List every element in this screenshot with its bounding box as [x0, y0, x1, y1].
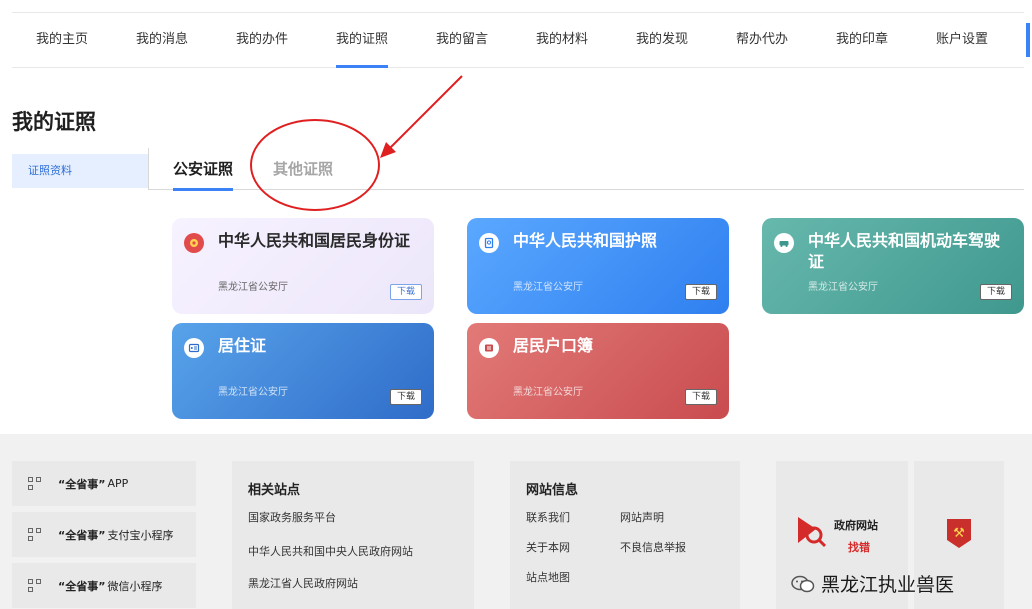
- annotation-arrow-line: [387, 75, 463, 151]
- badge-icon: [184, 233, 204, 253]
- related-sites: 相关站点 国家政务服务平台 中华人民共和国中央人民政府网站 黑龙江省人民政府网站: [232, 461, 474, 609]
- footer-alipay-link[interactable]: “全省事” 支付宝小程序: [12, 512, 196, 557]
- app-quote: “全省事”: [58, 579, 106, 593]
- svg-text:⚒: ⚒: [953, 526, 965, 541]
- license-card-residence-permit[interactable]: 居住证 黑龙江省公安厅 下载: [172, 323, 434, 419]
- tab-my-comments[interactable]: 我的留言: [412, 12, 512, 68]
- app-suffix: 支付宝小程序: [107, 528, 174, 542]
- qr-code-icon: [28, 476, 42, 491]
- card-issuer: 黑龙江省公安厅: [513, 282, 583, 293]
- car-icon: [774, 233, 794, 253]
- app-suffix: 微信小程序: [107, 579, 163, 593]
- license-card-driver-license[interactable]: 中华人民共和国机动车驾驶证 黑龙江省公安厅 下载: [762, 218, 1024, 314]
- card-issuer: 黑龙江省公安厅: [218, 282, 288, 293]
- app-quote: “全省事”: [58, 477, 106, 491]
- sidebar-item-license-data[interactable]: 证照资料: [12, 154, 148, 188]
- tab-my-cases[interactable]: 我的办件: [212, 12, 312, 68]
- card-issuer: 黑龙江省公安厅: [218, 387, 288, 398]
- related-sites-heading: 相关站点: [248, 483, 301, 498]
- link-site-statement[interactable]: 网站声明: [620, 509, 664, 525]
- app-suffix: APP: [107, 477, 129, 490]
- download-button[interactable]: 下载: [685, 284, 717, 300]
- app-quote: “全省事”: [58, 528, 106, 542]
- card-title: 中华人民共和国机动车驾驶证: [808, 231, 1001, 271]
- passport-icon: [479, 233, 499, 253]
- link-central-gov[interactable]: 中华人民共和国中央人民政府网站: [248, 543, 413, 559]
- download-button[interactable]: 下载: [685, 389, 717, 405]
- download-button[interactable]: 下载: [390, 284, 422, 300]
- tab-my-seals[interactable]: 我的印章: [812, 12, 912, 68]
- link-report[interactable]: 不良信息举报: [620, 539, 686, 555]
- card-title: 居民户口簿: [513, 336, 594, 355]
- book-icon: [479, 338, 499, 358]
- error-finder-line2: 找错: [848, 541, 870, 554]
- license-card-id-card[interactable]: 中华人民共和国居民身份证 黑龙江省公安厅 下载: [172, 218, 434, 314]
- site-info: 网站信息 联系我们 网站声明 关于本网 不良信息举报 站点地图: [510, 461, 740, 609]
- tab-other-licenses[interactable]: 其他证照: [273, 158, 333, 179]
- qr-code-icon: [28, 578, 42, 593]
- link-gov-service-platform[interactable]: 国家政务服务平台: [248, 509, 336, 525]
- top-nav: 我的主页 我的消息 我的办件 我的证照 我的留言 我的材料 我的发现 帮办代办 …: [12, 12, 1030, 68]
- link-about[interactable]: 关于本网: [526, 539, 570, 555]
- link-heilongjiang-gov[interactable]: 黑龙江省人民政府网站: [248, 575, 358, 591]
- footer-wechat-link[interactable]: “全省事” 微信小程序: [12, 563, 196, 608]
- site-info-heading: 网站信息: [526, 483, 579, 498]
- tab-police-licenses[interactable]: 公安证照: [173, 158, 234, 191]
- card-issuer: 黑龙江省公安厅: [808, 282, 878, 293]
- tab-account-settings[interactable]: 账户设置: [912, 12, 1012, 68]
- footer-app-link[interactable]: “全省事” APP: [12, 461, 196, 506]
- tab-my-licenses[interactable]: 我的证照: [312, 12, 412, 68]
- party-emblem-icon: ⚒: [947, 519, 971, 548]
- tab-home[interactable]: 我的主页: [12, 12, 112, 68]
- id-card-icon: [184, 338, 204, 358]
- page-title: 我的证照: [12, 110, 96, 134]
- download-button[interactable]: 下载: [980, 284, 1012, 300]
- tab-assist[interactable]: 帮办代办: [712, 12, 812, 68]
- tab-messages[interactable]: 我的消息: [112, 12, 212, 68]
- search-error-icon: [798, 517, 827, 548]
- wechat-watermark: 黑龙江执业兽医: [791, 570, 954, 597]
- wechat-icon: [791, 575, 815, 592]
- license-subtabs: 公安证照 其他证照: [148, 148, 1024, 191]
- card-title: 中华人民共和国居民身份证: [218, 231, 411, 250]
- card-title: 中华人民共和国护照: [513, 231, 658, 250]
- card-title: 居住证: [218, 336, 267, 355]
- license-card-passport[interactable]: 中华人民共和国护照 黑龙江省公安厅 下载: [467, 218, 729, 314]
- tab-my-discoveries[interactable]: 我的发现: [612, 12, 712, 68]
- card-issuer: 黑龙江省公安厅: [513, 387, 583, 398]
- link-contact-us[interactable]: 联系我们: [526, 509, 570, 525]
- download-button[interactable]: 下载: [390, 389, 422, 405]
- qr-code-icon: [28, 527, 42, 542]
- watermark-text: 黑龙江执业兽医: [821, 574, 955, 596]
- tab-my-materials[interactable]: 我的材料: [512, 12, 612, 68]
- license-card-household-register[interactable]: 居民户口簿 黑龙江省公安厅 下载: [467, 323, 729, 419]
- scroll-edge: [1026, 23, 1030, 57]
- error-finder-line1: 政府网站: [834, 519, 878, 532]
- link-sitemap[interactable]: 站点地图: [526, 569, 570, 585]
